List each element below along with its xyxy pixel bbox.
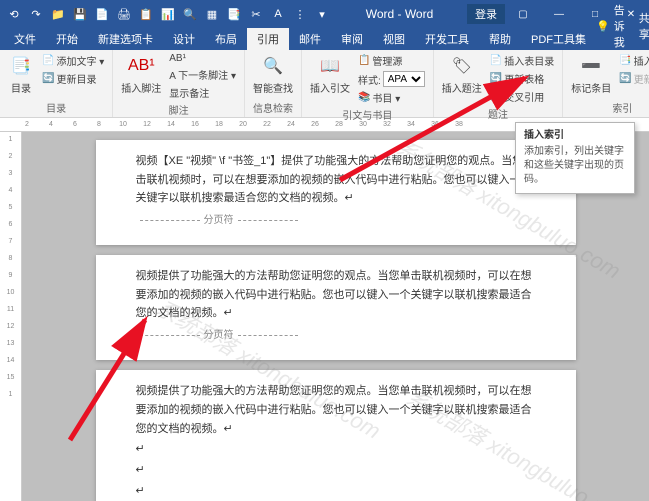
toc-button[interactable]: 📑目录 <box>6 52 36 97</box>
qat-open-icon[interactable]: 📁 <box>48 4 68 24</box>
tab-layout[interactable]: 布局 <box>205 28 247 50</box>
paragraph-empty[interactable]: ↵ <box>136 482 536 501</box>
tab-help[interactable]: 帮助 <box>479 28 521 50</box>
tab-newtab[interactable]: 新建选项卡 <box>88 28 163 50</box>
tooltip-insert-index: 插入索引 添加索引，列出关键字和这些关键字出现的页码。 <box>515 122 635 194</box>
group-toc: 📑目录 📄 添加文字 ▾ 🔄 更新目录 目录 <box>0 50 113 117</box>
page-break-indicator: 分页符 <box>136 212 536 229</box>
update-toc-button[interactable]: 🔄 更新目录 <box>40 70 106 87</box>
qat-more-icon[interactable]: ⋮ <box>290 4 310 24</box>
group-research: 🔍智能查找 信息检索 <box>245 50 302 117</box>
paragraph[interactable]: 视频【XE "视频" \f "书签_1"】提供了功能强大的方法帮助您证明您的观点… <box>136 152 536 208</box>
insert-caption-button[interactable]: 🏷插入题注 <box>440 52 484 97</box>
update-table-button[interactable]: 🔄 更新表格 <box>488 70 556 87</box>
insert-index-button[interactable]: 📑 插入索引 <box>617 52 649 69</box>
smart-lookup-button[interactable]: 🔍智能查找 <box>251 52 295 97</box>
update-index-button[interactable]: 🔄 更新索引 <box>617 70 649 87</box>
tab-developer[interactable]: 开发工具 <box>415 28 479 50</box>
qat-print-icon[interactable]: 🖨 <box>114 4 134 24</box>
vertical-ruler[interactable]: 1234567891011121314151 <box>0 132 22 501</box>
qat-font-icon[interactable]: A <box>268 4 288 24</box>
group-captions: 🏷插入题注 📄 插入表目录 🔄 更新表格 🔗 交叉引用 题注 <box>434 50 563 117</box>
qat-undo-icon[interactable]: ⟲ <box>4 4 24 24</box>
tab-home[interactable]: 开始 <box>46 28 88 50</box>
citation-style: 样式: APA <box>356 70 427 88</box>
group-footnotes: AB¹插入脚注 AB¹ A 下一条脚注 ▾ 显示备注 脚注 <box>113 50 245 117</box>
group-citations: 📖插入引文 📋 管理源 样式: APA 📚 书目 ▾ 引文与书目 <box>302 50 434 117</box>
qat-cut-icon[interactable]: ✂ <box>246 4 266 24</box>
page-break-indicator: 分页符 <box>136 327 536 344</box>
group-label-index: 索引 <box>569 99 649 115</box>
qat-customize-icon[interactable]: ▾ <box>312 4 332 24</box>
tab-references[interactable]: 引用 <box>247 28 289 50</box>
insert-endnote-button[interactable]: AB¹ <box>167 52 238 65</box>
group-label-research: 信息检索 <box>251 99 295 115</box>
qat-clipboard-icon[interactable]: 📋 <box>136 4 156 24</box>
ribbon-tabs: 文件 开始 新建选项卡 设计 布局 引用 邮件 审阅 视图 开发工具 帮助 PD… <box>0 28 649 50</box>
group-label-citations: 引文与书目 <box>308 106 427 122</box>
page-1[interactable]: 视频【XE "视频" \f "书签_1"】提供了功能强大的方法帮助您证明您的观点… <box>96 140 576 245</box>
insert-footnote-button[interactable]: AB¹插入脚注 <box>119 52 163 97</box>
qat-table-icon[interactable]: ▦ <box>202 4 222 24</box>
window-title: Word - Word <box>332 7 467 21</box>
tab-file[interactable]: 文件 <box>4 28 46 50</box>
citation-icon: 📖 <box>318 54 342 78</box>
next-footnote-button[interactable]: A 下一条脚注 ▾ <box>167 66 238 83</box>
manage-sources-button[interactable]: 📋 管理源 <box>356 52 427 69</box>
qat-redo-icon[interactable]: ↷ <box>26 4 46 24</box>
tab-mailings[interactable]: 邮件 <box>289 28 331 50</box>
tooltip-title: 插入索引 <box>524 129 626 143</box>
group-label-toc: 目录 <box>6 99 106 115</box>
login-button[interactable]: 登录 <box>467 4 505 24</box>
bibliography-button[interactable]: 📚 书目 ▾ <box>356 89 427 106</box>
qat-chart-icon[interactable]: 📊 <box>158 4 178 24</box>
search-icon: 🔍 <box>261 54 285 78</box>
tab-design[interactable]: 设计 <box>163 28 205 50</box>
minimize-button[interactable]: — <box>545 4 573 24</box>
insert-tof-button[interactable]: 📄 插入表目录 <box>488 52 556 69</box>
style-select[interactable]: APA <box>383 71 425 87</box>
share-button[interactable]: 共享 <box>639 10 649 42</box>
mark-entry-button[interactable]: ➖标记条目 <box>569 52 613 97</box>
tab-review[interactable]: 审阅 <box>331 28 373 50</box>
group-index: ➖标记条目 📑 插入索引 🔄 更新索引 索引 <box>563 50 649 117</box>
title-bar: ⟲ ↷ 📁 💾 📄 🖨 📋 📊 🔍 ▦ 📑 ✂ A ⋮ ▾ Word - Wor… <box>0 0 649 28</box>
tooltip-body: 添加索引，列出关键字和这些关键字出现的页码。 <box>524 145 626 187</box>
qat-save-icon[interactable]: 💾 <box>70 4 90 24</box>
tab-pdftools[interactable]: PDF工具集 <box>521 28 596 50</box>
footnote-icon: AB¹ <box>129 54 153 78</box>
caption-icon: 🏷 <box>450 54 474 78</box>
group-label-footnotes: 脚注 <box>119 101 238 117</box>
insert-citation-button[interactable]: 📖插入引文 <box>308 52 352 97</box>
qat-new-icon[interactable]: 📄 <box>92 4 112 24</box>
add-text-button[interactable]: 📄 添加文字 ▾ <box>40 52 106 69</box>
show-notes-button[interactable]: 显示备注 <box>167 84 238 101</box>
page-2[interactable]: 视频提供了功能强大的方法帮助您证明您的观点。当您单击联机视频时，可以在想要添加的… <box>96 255 576 360</box>
ribbon-options-icon[interactable]: ▢ <box>509 4 537 24</box>
group-label-captions: 题注 <box>440 105 556 121</box>
tab-view[interactable]: 视图 <box>373 28 415 50</box>
toc-icon: 📑 <box>9 54 33 78</box>
lightbulb-icon: 💡 <box>596 20 610 33</box>
page-3[interactable]: 视频提供了功能强大的方法帮助您证明您的观点。当您单击联机视频时，可以在想要添加的… <box>96 370 576 501</box>
qat-doc-icon[interactable]: 📑 <box>224 4 244 24</box>
mark-entry-icon: ➖ <box>579 54 603 78</box>
paragraph[interactable]: 视频提供了功能强大的方法帮助您证明您的观点。当您单击联机视频时，可以在想要添加的… <box>136 267 536 323</box>
cross-reference-button[interactable]: 🔗 交叉引用 <box>488 88 556 105</box>
qat-zoom-icon[interactable]: 🔍 <box>180 4 200 24</box>
paragraph-empty[interactable]: ↵ <box>136 461 536 480</box>
quick-access-toolbar: ⟲ ↷ 📁 💾 📄 🖨 📋 📊 🔍 ▦ 📑 ✂ A ⋮ ▾ <box>4 4 332 24</box>
tell-me[interactable]: 告诉我 <box>614 2 625 50</box>
paragraph-empty[interactable]: ↵ <box>136 440 536 459</box>
ribbon: 📑目录 📄 添加文字 ▾ 🔄 更新目录 目录 AB¹插入脚注 AB¹ A 下一条… <box>0 50 649 118</box>
paragraph[interactable]: 视频提供了功能强大的方法帮助您证明您的观点。当您单击联机视频时，可以在想要添加的… <box>136 382 536 438</box>
